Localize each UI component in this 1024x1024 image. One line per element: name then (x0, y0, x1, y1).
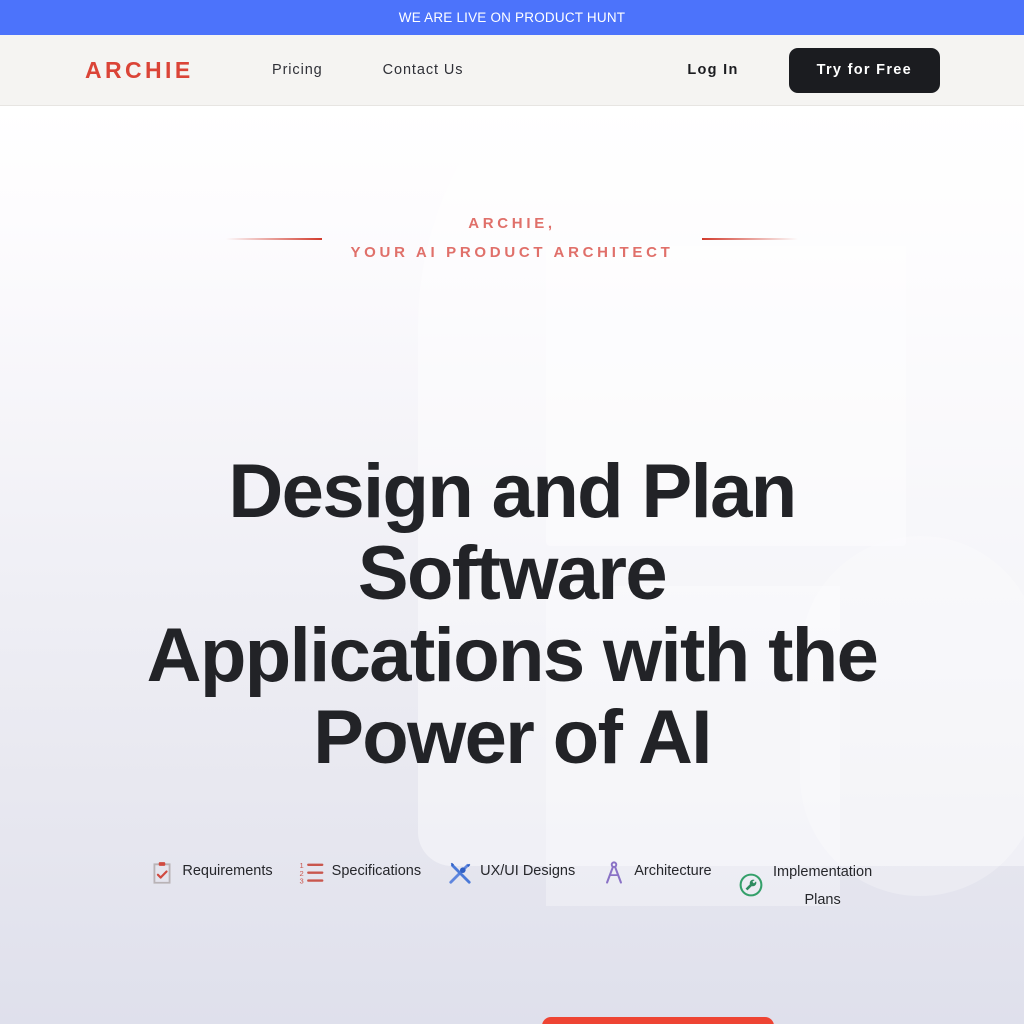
hero-cta-group: Watch Demo Generate Free Blueprint (0, 1017, 1024, 1024)
feature-ux-ui-designs: UX/UI Designs (447, 858, 575, 888)
nav-links: Pricing Contact Us (272, 62, 463, 78)
wrench-circle-icon (739, 873, 763, 897)
logo-archie[interactable]: ARCHIE (85, 58, 194, 82)
main-navbar: ARCHIE Pricing Contact Us Log In Try for… (0, 35, 1024, 106)
nav-actions: Log In Try for Free (687, 47, 940, 93)
feature-label-architecture: Architecture (634, 863, 712, 879)
feature-label-implementation-plans: Implementation Plans (773, 864, 873, 908)
eyebrow-rule-right (701, 237, 798, 240)
generate-free-blueprint-button[interactable]: Generate Free Blueprint (542, 1017, 774, 1024)
announcement-banner-text: WE ARE LIVE ON PRODUCT HUNT (398, 10, 626, 25)
hero-headline: Design and Plan Software Applications wi… (0, 451, 1024, 779)
eyebrow-text: ARCHIE, YOUR AI PRODUCT ARCHITECT (350, 210, 673, 267)
feature-label-requirements: Requirements (182, 863, 273, 879)
feature-specifications: 1 2 3 Specifications (299, 858, 421, 888)
pencil-ruler-icon (449, 862, 471, 884)
hero-section: ARCHIE, YOUR AI PRODUCT ARCHITECT Design… (0, 106, 1024, 1024)
clipboard-check-icon (153, 862, 171, 884)
try-for-free-button[interactable]: Try for Free (788, 47, 940, 93)
feature-label-specifications: Specifications (331, 863, 422, 879)
announcement-banner[interactable]: WE ARE LIVE ON PRODUCT HUNT (0, 0, 1024, 35)
feature-label-ux-ui-designs: UX/UI Designs (480, 863, 576, 879)
svg-text:3: 3 (299, 877, 303, 886)
nav-link-contact-us[interactable]: Contact Us (383, 62, 464, 78)
hero-eyebrow: ARCHIE, YOUR AI PRODUCT ARCHITECT (0, 210, 1024, 267)
feature-architecture: Architecture (601, 858, 712, 888)
eyebrow-line-1: ARCHIE, (468, 215, 556, 232)
headline-line-3: Applications with the (146, 613, 879, 698)
headline-line-2: Software (357, 531, 668, 616)
nav-link-pricing[interactable]: Pricing (272, 62, 323, 78)
eyebrow-line-2: YOUR AI PRODUCT ARCHITECT (350, 243, 674, 261)
drafting-compass-icon (606, 861, 623, 884)
headline-line-1: Design and Plan (228, 449, 797, 534)
headline-line-4: Power of AI (313, 695, 712, 780)
hero-feature-list: Requirements 1 2 3 Specifications UX/UI … (0, 858, 1024, 914)
eyebrow-rule-left (226, 237, 323, 240)
login-link[interactable]: Log In (687, 62, 738, 78)
feature-implementation-plans: Implementation Plans (738, 858, 875, 914)
numbered-list-icon: 1 2 3 (299, 861, 324, 886)
feature-requirements: Requirements (149, 858, 273, 888)
